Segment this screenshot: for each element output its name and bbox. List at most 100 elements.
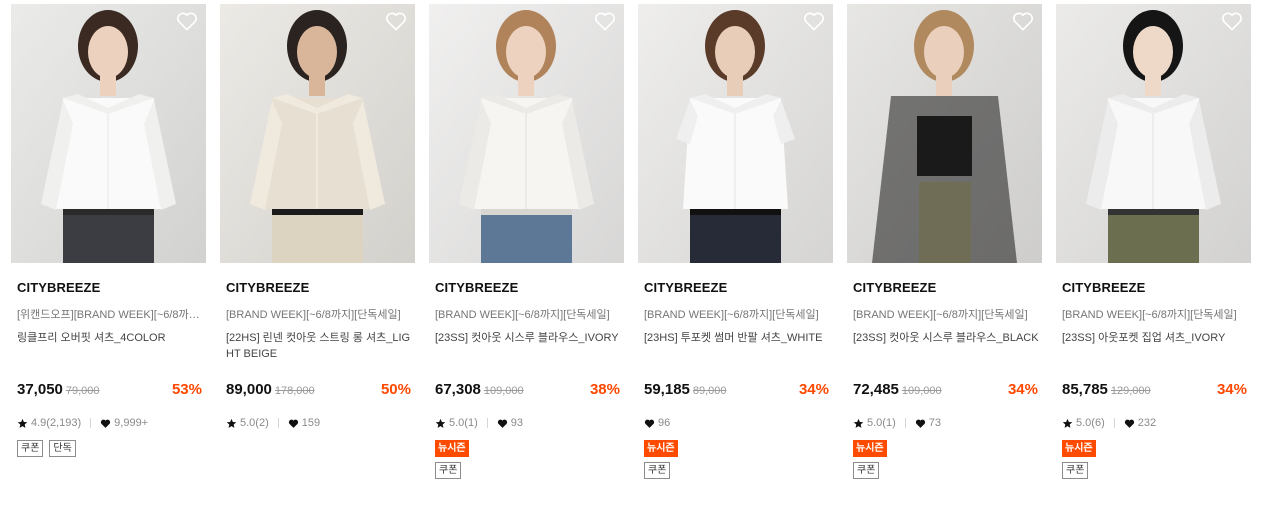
wishlist-heart-icon[interactable] xyxy=(385,11,407,31)
rating-value: 5.0(2) xyxy=(240,417,269,429)
product-card[interactable]: CITYBREEZE [BRAND WEEK][~6/8까지][단독세일] [2… xyxy=(847,4,1042,504)
price-group: 89,000 178,000 xyxy=(226,381,315,398)
original-price: 178,000 xyxy=(274,385,315,397)
sale-price: 37,050 xyxy=(17,381,63,398)
product-image[interactable] xyxy=(429,4,624,263)
price-group: 72,485 109,000 xyxy=(853,381,942,398)
likes: 96 xyxy=(644,417,670,429)
tag-badge: 쿠폰 xyxy=(644,462,671,479)
tag-badge: 쿠폰 xyxy=(853,462,880,479)
promo-text[interactable]: [위캔드오프][BRAND WEEK][~6/8까지][단독세일] xyxy=(17,306,203,322)
review-meta: 96 xyxy=(644,416,670,430)
rating: 4.9(2,193) xyxy=(17,417,81,429)
rating-value: 5.0(6) xyxy=(1076,417,1105,429)
promo-text[interactable]: [BRAND WEEK][~6/8까지][단독세일] xyxy=(853,306,1039,322)
product-card[interactable]: CITYBREEZE [BRAND WEEK][~6/8까지][단독세일] [2… xyxy=(429,4,624,504)
promo-text[interactable]: [BRAND WEEK][~6/8까지][단독세일] xyxy=(226,306,412,322)
discount-rate: 50% xyxy=(380,381,411,398)
brand-name[interactable]: CITYBREEZE xyxy=(644,280,727,295)
badge-list: 뉴시즌쿠폰 xyxy=(853,440,887,484)
product-photo xyxy=(638,4,833,263)
product-name[interactable]: [23SS] 아웃포켓 집업 셔츠_IVORY xyxy=(1062,330,1248,346)
rating: 5.0(6) xyxy=(1062,417,1105,429)
heart-filled-icon xyxy=(915,418,926,429)
original-price: 109,000 xyxy=(483,385,524,397)
review-meta: 4.9(2,193) 9,999+ xyxy=(17,416,148,430)
product-name[interactable]: [22HS] 린넨 컷아웃 스트링 롱 셔츠_LIGHT BEIGE xyxy=(226,330,412,362)
product-card[interactable]: CITYBREEZE [위캔드오프][BRAND WEEK][~6/8까지][단… xyxy=(11,4,206,504)
likes-count: 9,999+ xyxy=(114,417,149,429)
likes-count: 73 xyxy=(928,417,941,429)
sale-price: 59,185 xyxy=(644,381,690,398)
original-price: 89,000 xyxy=(692,385,727,397)
likes: 159 xyxy=(288,417,320,429)
review-meta: 5.0(1) 73 xyxy=(853,416,941,430)
product-photo xyxy=(220,4,415,263)
discount-rate: 34% xyxy=(798,381,829,398)
promo-text[interactable]: [BRAND WEEK][~6/8까지][단독세일] xyxy=(435,306,621,322)
badge-list: 쿠폰 단독 xyxy=(17,440,76,462)
product-photo xyxy=(1056,4,1251,263)
brand-name[interactable]: CITYBREEZE xyxy=(853,280,936,295)
tag-badge: 쿠폰 xyxy=(17,440,44,457)
new-season-badge: 뉴시즌 xyxy=(1062,440,1096,457)
tag-badge: 쿠폰 xyxy=(1062,462,1089,479)
product-image[interactable] xyxy=(638,4,833,263)
heart-filled-icon xyxy=(497,418,508,429)
likes: 93 xyxy=(497,417,523,429)
wishlist-heart-icon[interactable] xyxy=(1012,11,1034,31)
badge-list: 뉴시즌쿠폰 xyxy=(644,440,678,484)
rating: 5.0(2) xyxy=(226,417,269,429)
sale-price: 72,485 xyxy=(853,381,899,398)
product-image[interactable] xyxy=(847,4,1042,263)
heart-filled-icon xyxy=(644,418,655,429)
price-group: 85,785 129,000 xyxy=(1062,381,1151,398)
product-name[interactable]: [23SS] 컷아웃 시스루 블라우스_BLACK xyxy=(853,330,1039,346)
product-grid: CITYBREEZE [위캔드오프][BRAND WEEK][~6/8까지][단… xyxy=(0,0,1263,518)
product-image[interactable] xyxy=(220,4,415,263)
promo-text[interactable]: [BRAND WEEK][~6/8까지][단독세일] xyxy=(1062,306,1248,322)
sale-price: 85,785 xyxy=(1062,381,1108,398)
product-image[interactable] xyxy=(11,4,206,263)
tag-badge: 쿠폰 xyxy=(435,462,462,479)
discount-rate: 38% xyxy=(589,381,620,398)
product-card[interactable]: CITYBREEZE [BRAND WEEK][~6/8까지][단독세일] [2… xyxy=(220,4,415,504)
discount-rate: 34% xyxy=(1216,381,1247,398)
likes-count: 93 xyxy=(510,417,523,429)
promo-text[interactable]: [BRAND WEEK][~6/8까지][단독세일] xyxy=(644,306,830,322)
likes: 232 xyxy=(1124,417,1156,429)
brand-name[interactable]: CITYBREEZE xyxy=(1062,280,1145,295)
divider xyxy=(1113,418,1115,428)
rating-value: 5.0(1) xyxy=(449,417,478,429)
wishlist-heart-icon[interactable] xyxy=(803,11,825,31)
brand-name[interactable]: CITYBREEZE xyxy=(435,280,518,295)
badge-list: 뉴시즌쿠폰 xyxy=(1062,440,1096,484)
product-name[interactable]: [23SS] 컷아웃 시스루 블라우스_IVORY xyxy=(435,330,621,346)
discount-rate: 34% xyxy=(1007,381,1038,398)
heart-filled-icon xyxy=(288,418,299,429)
product-image[interactable] xyxy=(1056,4,1251,263)
wishlist-heart-icon[interactable] xyxy=(176,11,198,31)
wishlist-heart-icon[interactable] xyxy=(594,11,616,31)
product-photo xyxy=(847,4,1042,263)
new-season-badge: 뉴시즌 xyxy=(853,440,887,457)
price-group: 37,050 79,000 xyxy=(17,381,100,398)
product-card[interactable]: CITYBREEZE [BRAND WEEK][~6/8까지][단독세일] [2… xyxy=(638,4,833,504)
product-name[interactable]: [23HS] 투포켓 썸머 반팔 셔츠_WHITE xyxy=(644,330,830,346)
heart-filled-icon xyxy=(100,418,111,429)
product-name[interactable]: 링클프리 오버핏 셔츠_4COLOR xyxy=(17,330,203,346)
likes-count: 232 xyxy=(1137,417,1157,429)
new-season-badge: 뉴시즌 xyxy=(644,440,678,457)
likes-count: 96 xyxy=(658,417,671,429)
star-icon xyxy=(435,418,446,429)
tag-badge: 단독 xyxy=(49,440,76,457)
divider xyxy=(90,418,92,428)
brand-name[interactable]: CITYBREEZE xyxy=(226,280,309,295)
wishlist-heart-icon[interactable] xyxy=(1221,11,1243,31)
star-icon xyxy=(226,418,237,429)
discount-rate: 53% xyxy=(171,381,202,398)
product-card[interactable]: CITYBREEZE [BRAND WEEK][~6/8까지][단독세일] [2… xyxy=(1056,4,1251,504)
original-price: 129,000 xyxy=(1110,385,1151,397)
brand-name[interactable]: CITYBREEZE xyxy=(17,280,100,295)
sale-price: 89,000 xyxy=(226,381,272,398)
